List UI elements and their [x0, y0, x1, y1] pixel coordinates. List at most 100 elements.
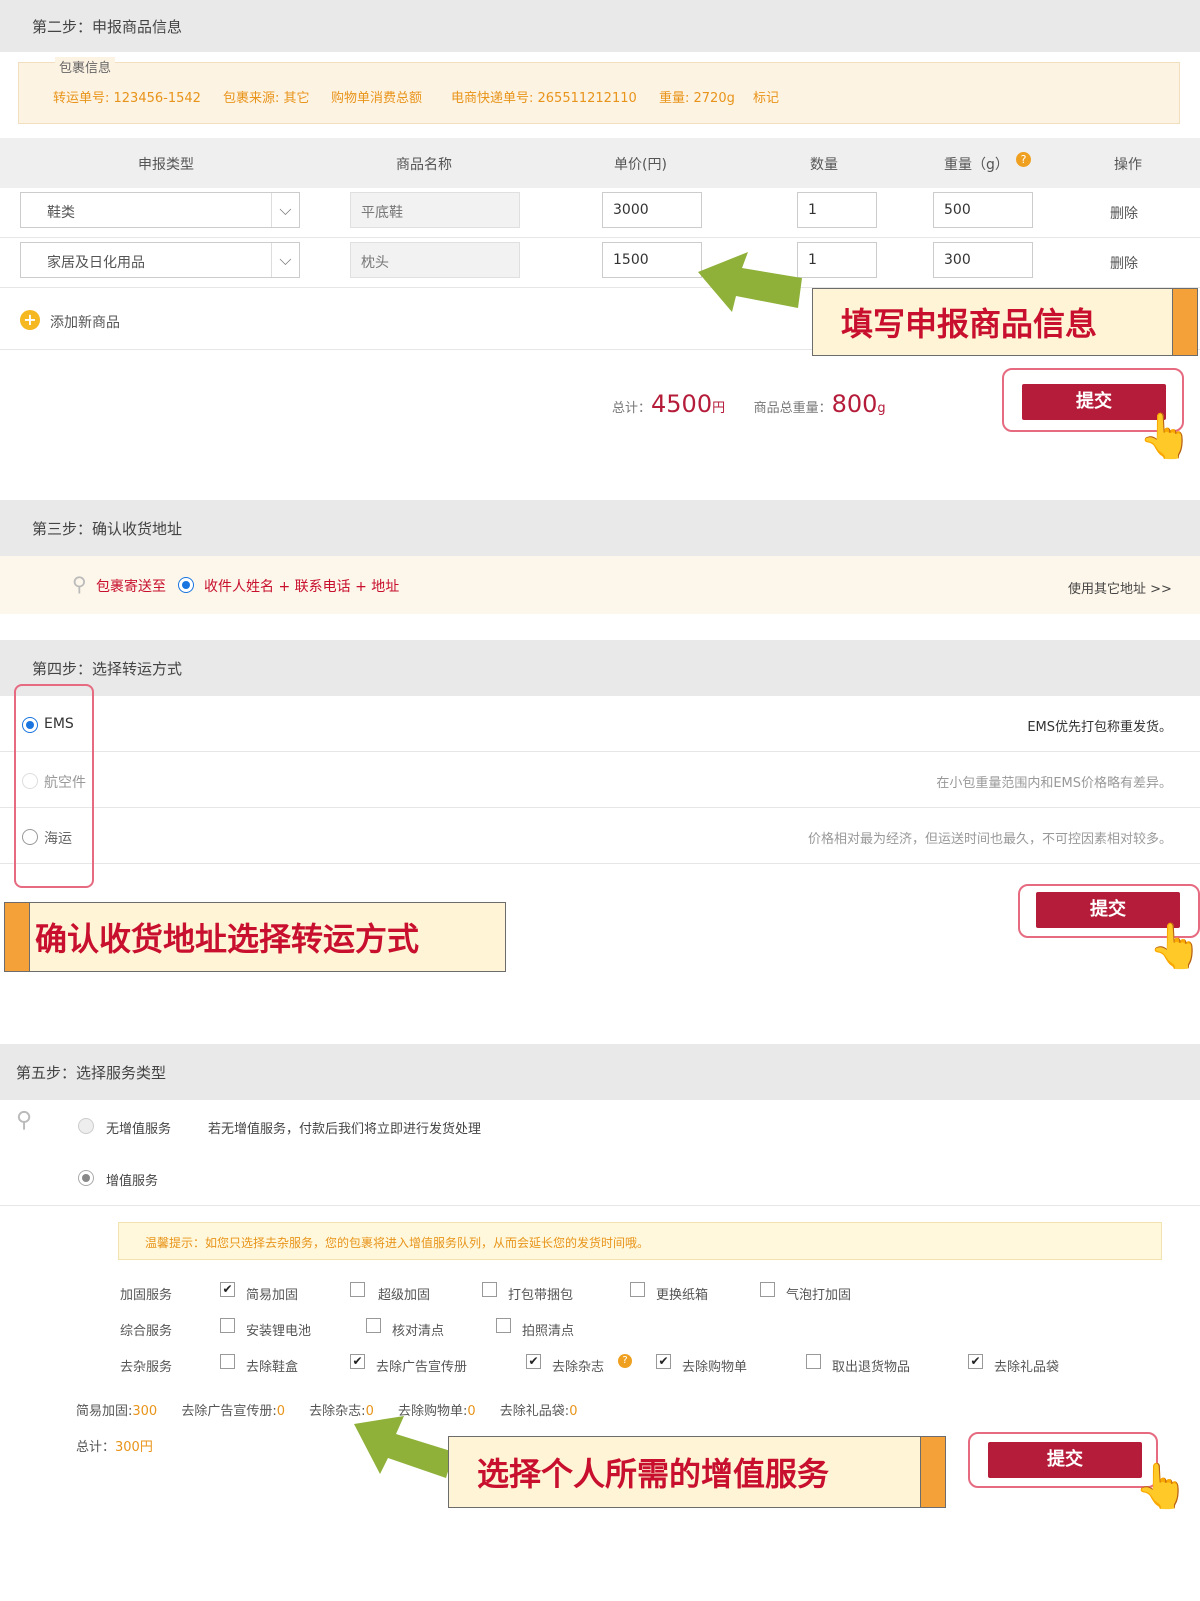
checkbox[interactable] — [496, 1318, 511, 1333]
step4-callout: 确认收货地址选择转运方式 — [4, 902, 506, 972]
value-service-label: 增值服务 — [106, 1174, 159, 1189]
delete-link[interactable]: 删除 — [1110, 203, 1138, 223]
col-type: 申报类型 — [138, 157, 194, 173]
checkbox[interactable]: ✔ — [968, 1354, 983, 1369]
package-info-label: 包裹信息 — [55, 57, 116, 76]
step5-total-label: 总计： — [76, 1440, 116, 1455]
step5-title: 第五步：选择服务类型 — [16, 1063, 167, 1082]
help-icon[interactable]: ? — [1016, 152, 1031, 167]
tip-box: 温馨提示：如您只选择去杂服务，您的包裹将进入增值服务队列，从而会延长您的发货时间… — [118, 1222, 1162, 1260]
help-icon[interactable]: ? — [618, 1354, 632, 1368]
unit-price-input[interactable]: 3000 — [602, 192, 702, 228]
total-label: 总计： — [612, 401, 652, 416]
option-label: 超级加固 — [378, 1288, 431, 1303]
group-label-general: 综合服务 — [120, 1324, 173, 1339]
fee-value: 0 — [569, 1404, 578, 1419]
step4-callout-text: 确认收货地址选择转运方式 — [35, 920, 420, 958]
declare-type-select[interactable]: 鞋类 ⌵ — [20, 192, 300, 228]
arrow-icon — [698, 252, 802, 312]
send-to-label: 包裹寄送至 — [96, 579, 166, 595]
package-weight: 重量: 2720g — [659, 91, 735, 106]
value-service-radio[interactable] — [78, 1170, 94, 1186]
checkbox[interactable]: ✔ — [220, 1282, 235, 1297]
col-qty: 数量 — [810, 157, 838, 173]
option-label: 打包带捆包 — [508, 1288, 574, 1303]
col-name: 商品名称 — [396, 157, 452, 173]
step2-callout-text: 填写申报商品信息 — [841, 305, 1098, 343]
fee-label: 去除礼品袋: — [499, 1404, 570, 1419]
add-item-link[interactable]: 添加新商品 — [50, 312, 120, 332]
chevron-down-icon: ⌵ — [271, 243, 299, 277]
arrow-icon — [354, 1416, 454, 1478]
option-label: 简易加固 — [246, 1288, 299, 1303]
fee-value: 0 — [467, 1404, 476, 1419]
checkbox[interactable] — [220, 1354, 235, 1369]
checkbox[interactable] — [806, 1354, 821, 1369]
other-address-link[interactable]: 使用其它地址 >> — [1068, 578, 1172, 597]
step5-submit-button[interactable]: 提交 — [988, 1442, 1142, 1478]
checkbox[interactable]: ✔ — [526, 1354, 541, 1369]
declare-type-value: 鞋类 — [47, 205, 75, 221]
air-desc: 在小包重量范围内和EMS价格略有差异。 — [936, 776, 1172, 791]
unit-price-input[interactable]: 1500 — [602, 242, 702, 278]
fee-value: 0 — [276, 1404, 286, 1419]
checkbox[interactable]: ✔ — [350, 1354, 365, 1369]
location-pin-icon: ⚲ — [16, 1108, 33, 1133]
option-label: 核对清点 — [392, 1324, 445, 1339]
delete-link[interactable]: 删除 — [1110, 253, 1138, 273]
address-row: ⚲ 包裹寄送至 收件人姓名 + 联系电话 + 地址 使用其它地址 >> — [0, 556, 1200, 614]
group-label-cleanup: 去杂服务 — [120, 1360, 173, 1375]
weight-input[interactable]: 500 — [933, 192, 1033, 228]
no-service-desc: 若无增值服务，付款后我们将立即进行发货处理 — [208, 1122, 482, 1137]
fee-label: 去除广告宣传册: — [181, 1404, 277, 1419]
option-label: 去除广告宣传册 — [376, 1360, 468, 1375]
checkbox[interactable]: ✔ — [656, 1354, 671, 1369]
service-type-area: ⚲ 无增值服务 若无增值服务，付款后我们将立即进行发货处理 增值服务 — [0, 1100, 1200, 1206]
weight-total-label: 商品总重量： — [753, 401, 832, 416]
shipping-option-sea[interactable]: 海运 价格相对最为经济，但运送时间也最久，不可控因素相对较多。 — [0, 808, 1200, 864]
group-label-reinforce: 加固服务 — [120, 1288, 173, 1303]
plus-circle-icon[interactable]: + — [20, 310, 40, 330]
checkbox[interactable] — [220, 1318, 235, 1333]
option-label: 去除购物单 — [682, 1360, 748, 1375]
address-radio[interactable] — [178, 577, 194, 593]
table-row: 鞋类 ⌵ 平底鞋 3000 1 500 删除 — [0, 188, 1200, 238]
goods-name-field: 平底鞋 — [350, 192, 520, 228]
step3-title: 第三步：确认收货地址 — [32, 519, 183, 538]
checkbox[interactable] — [482, 1282, 497, 1297]
pointer-hand-icon: 👆 — [1138, 411, 1193, 462]
weight-total-value: 800 — [831, 390, 878, 418]
total-unit: 円 — [712, 401, 726, 416]
fee-label: 简易加固: — [76, 1404, 133, 1419]
option-label: 取出退货物品 — [832, 1360, 911, 1375]
step4-header: 第四步：选择转运方式 — [0, 640, 1200, 696]
ems-desc: EMS优先打包称重发货。 — [1027, 720, 1172, 735]
option-label: 去除鞋盒 — [246, 1360, 299, 1375]
pointer-hand-icon: 👆 — [1148, 921, 1200, 972]
tip-text: 温馨提示：如您只选择去杂服务，您的包裹将进入增值服务队列，从而会延长您的发货时间… — [145, 1236, 650, 1250]
shipping-option-air[interactable]: 航空件 在小包重量范围内和EMS价格略有差异。 — [0, 752, 1200, 808]
fee-list: 简易加固:300 去除广告宣传册:0 去除杂志:0 去除购物单:0 去除礼品袋:… — [76, 1400, 577, 1419]
weight-input[interactable]: 300 — [933, 242, 1033, 278]
quantity-input[interactable]: 1 — [797, 192, 877, 228]
checkbox[interactable] — [350, 1282, 365, 1297]
step5-total: 总计：300円 — [76, 1436, 153, 1455]
step5-callout: 选择个人所需的增值服务 — [448, 1436, 946, 1508]
step2-header: 第二步：申报商品信息 — [0, 0, 1200, 52]
checkbox[interactable] — [760, 1282, 775, 1297]
step2-title: 第二步：申报商品信息 — [32, 17, 183, 36]
col-action: 操作 — [1114, 157, 1142, 173]
option-label: 气泡打加固 — [786, 1288, 852, 1303]
checkbox[interactable] — [366, 1318, 381, 1333]
fee-value: 300 — [132, 1404, 158, 1419]
shipping-highlight-frame — [14, 684, 94, 888]
address-text: 收件人姓名 + 联系电话 + 地址 — [204, 579, 400, 595]
package-mark[interactable]: 标记 — [753, 87, 779, 106]
checkbox[interactable] — [630, 1282, 645, 1297]
table-row: 家居及日化用品 ⌵ 枕头 1500 1 300 删除 — [0, 238, 1200, 288]
transfer-no: 转运单号: 123456-1542 — [53, 91, 201, 106]
option-label: 拍照清点 — [522, 1324, 575, 1339]
no-service-radio[interactable] — [78, 1118, 94, 1134]
shipping-option-ems[interactable]: EMS EMS优先打包称重发货。 — [0, 696, 1200, 752]
declare-type-select[interactable]: 家居及日化用品 ⌵ — [20, 242, 300, 278]
